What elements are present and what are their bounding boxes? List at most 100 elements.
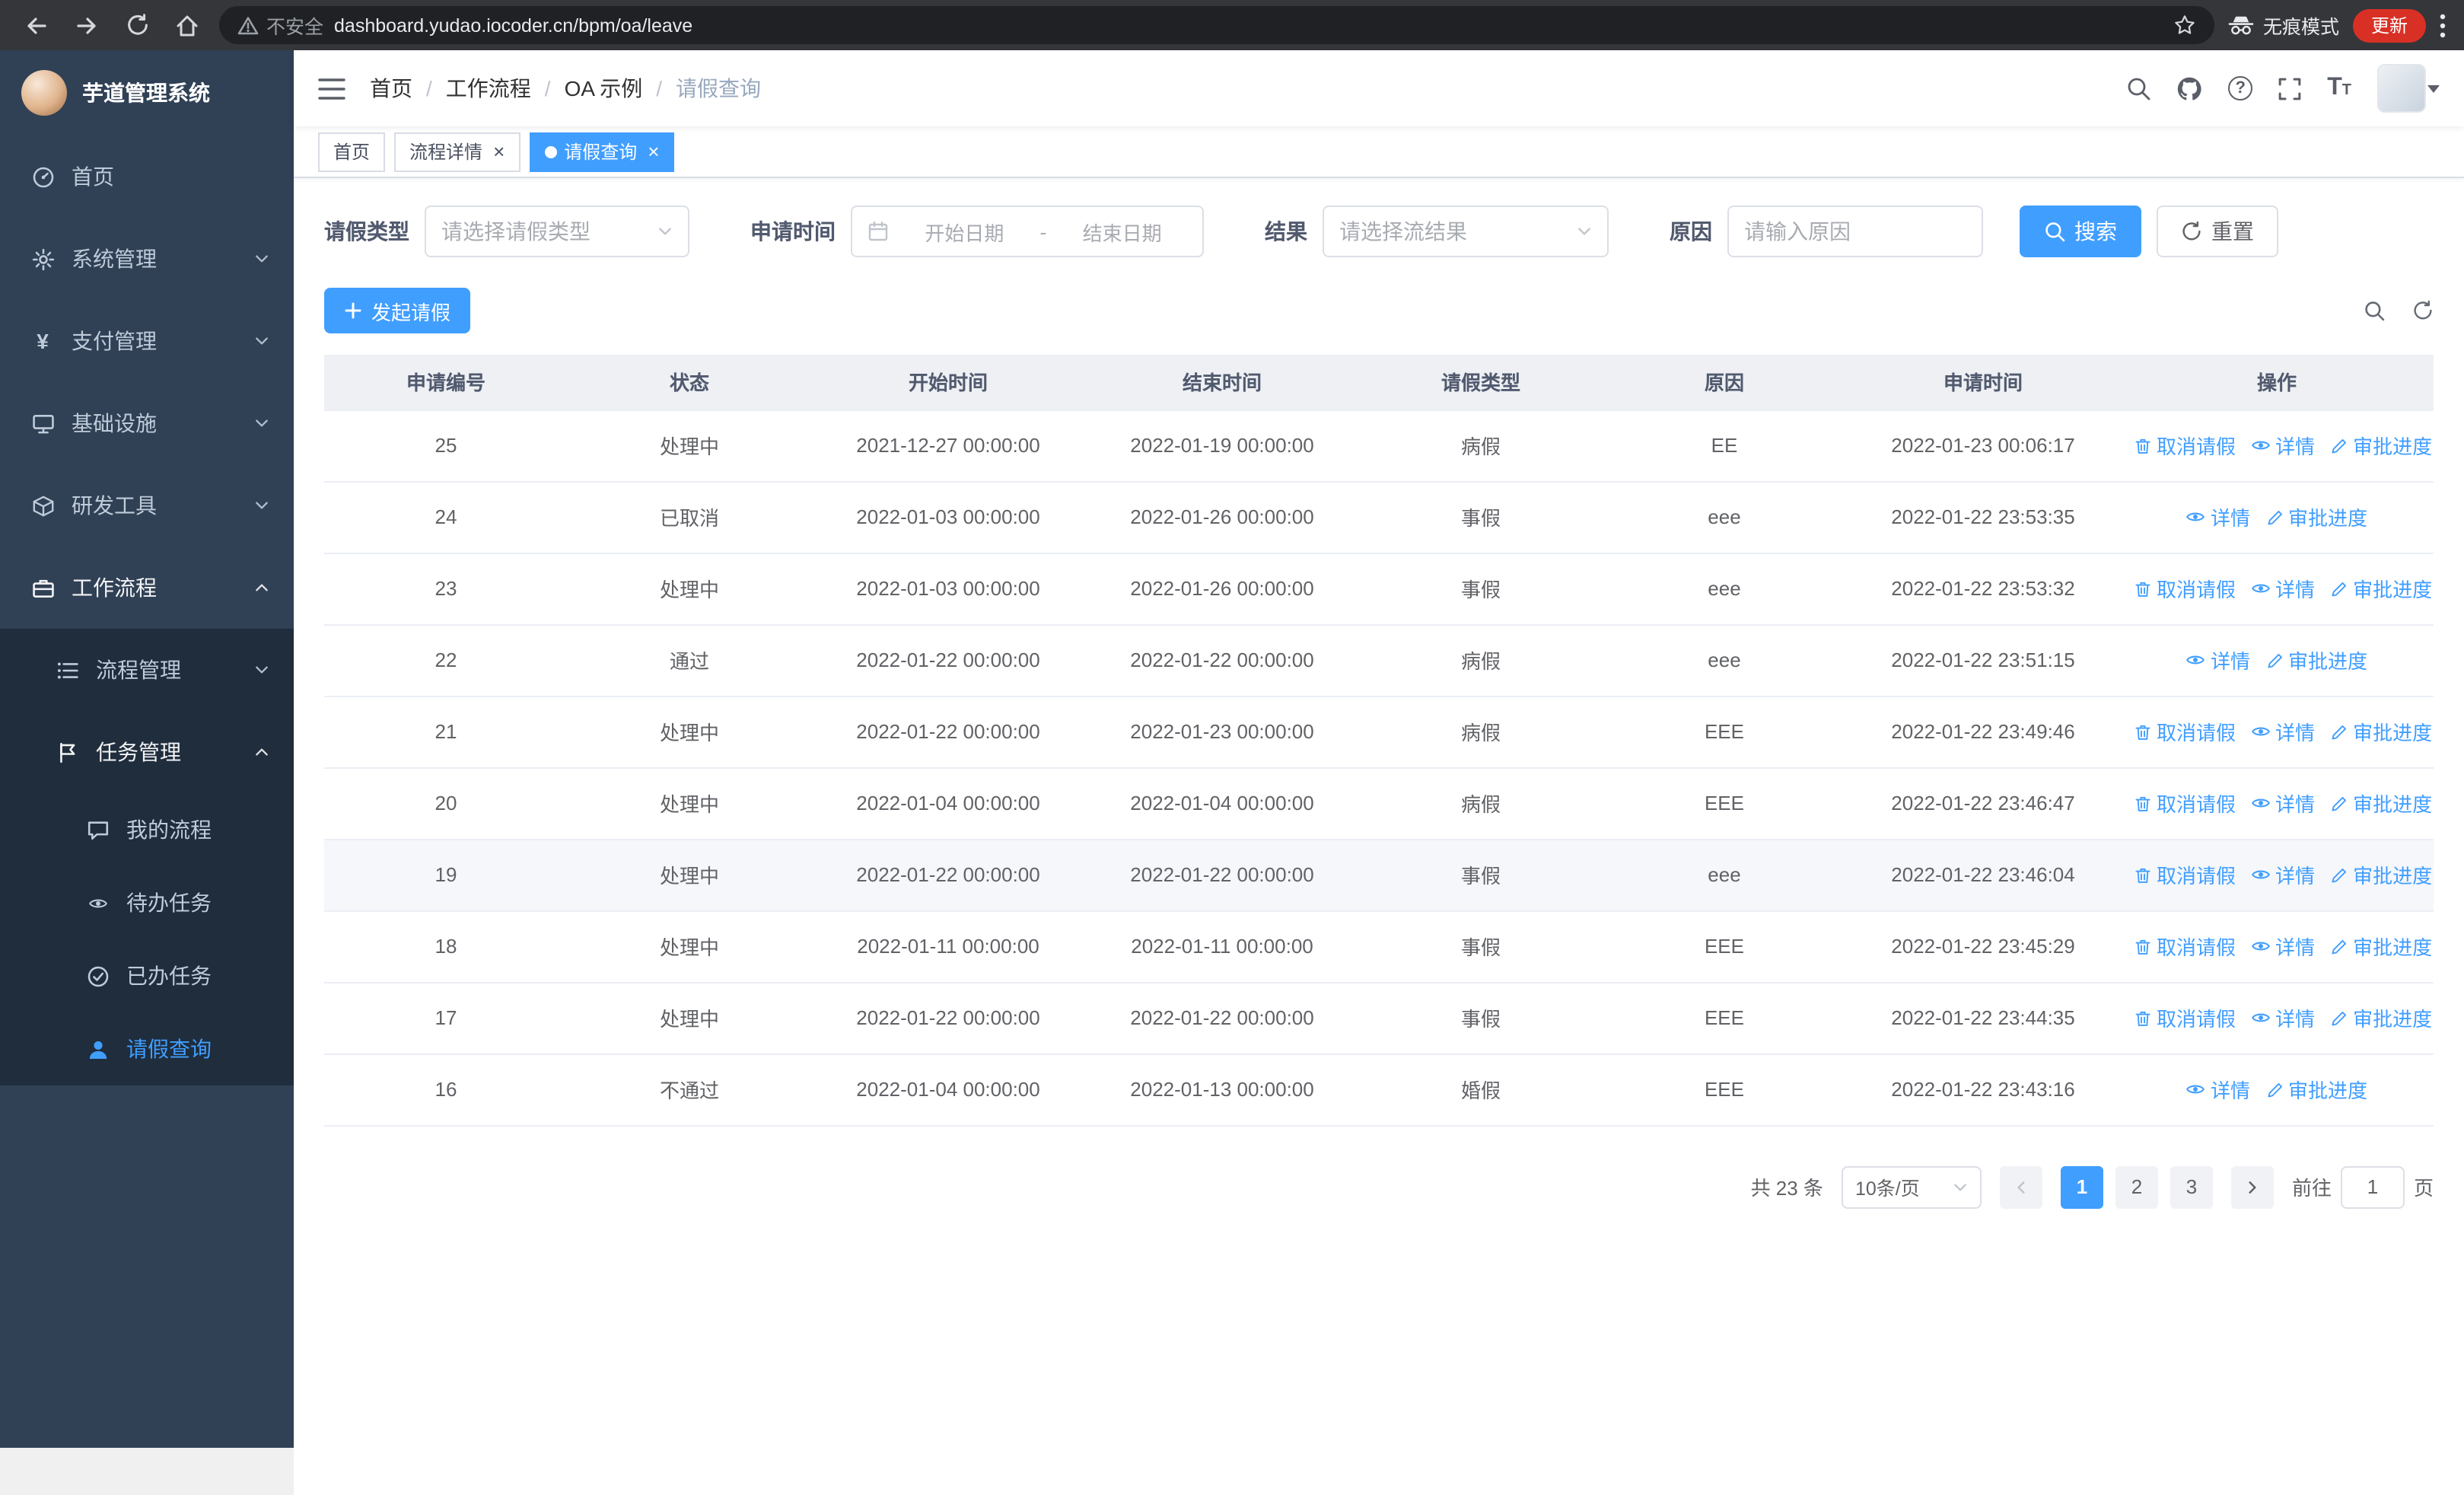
- update-button[interactable]: 更新: [2352, 8, 2426, 42]
- sidebar-item[interactable]: ¥ 支付管理: [0, 300, 294, 382]
- cancel-leave-link[interactable]: 取消请假: [2134, 932, 2236, 961]
- detail-link[interactable]: 详情: [2251, 789, 2315, 818]
- detail-link[interactable]: 详情: [2251, 717, 2315, 746]
- tab-0[interactable]: 首页: [318, 132, 386, 171]
- font-size-icon[interactable]: TT: [2327, 75, 2351, 100]
- approval-progress-link[interactable]: 审批进度: [2330, 432, 2432, 461]
- detail-link[interactable]: 详情: [2251, 860, 2315, 889]
- breadcrumb-item[interactable]: OA 示例: [565, 73, 643, 104]
- cell-apply: 2022-01-22 23:44:35: [1846, 982, 2120, 1054]
- address-bar[interactable]: 不安全 dashboard.yudao.iocoder.cn/bpm/oa/le…: [219, 6, 2214, 44]
- reload-button[interactable]: [119, 7, 155, 43]
- github-icon[interactable]: [2176, 75, 2202, 101]
- tab-2[interactable]: 请假查询 ×: [529, 132, 675, 171]
- approval-progress-link[interactable]: 审批进度: [2330, 789, 2432, 818]
- edit-icon: [2330, 437, 2348, 455]
- cell-actions: 取消请假 详情 审批进度: [2120, 767, 2434, 840]
- cell-id: 18: [324, 910, 568, 983]
- browser-menu-button[interactable]: [2440, 13, 2446, 37]
- cell-end: 2022-01-13 00:00:00: [1085, 1054, 1359, 1126]
- trash-icon: [2134, 795, 2152, 813]
- reset-button[interactable]: 重置: [2157, 206, 2278, 257]
- breadcrumb-item[interactable]: 工作流程: [446, 73, 531, 104]
- security-status[interactable]: 不安全: [237, 11, 323, 40]
- cell-actions: 取消请假 详情 审批进度: [2120, 410, 2434, 482]
- toggle-search-icon[interactable]: [2364, 300, 2385, 321]
- detail-link[interactable]: 详情: [2186, 645, 2250, 674]
- approval-progress-link[interactable]: 审批进度: [2330, 861, 2432, 890]
- detail-link[interactable]: 详情: [2251, 574, 2315, 603]
- forward-button[interactable]: [68, 7, 105, 43]
- app-logo[interactable]: 芋道管理系统: [0, 50, 294, 135]
- approval-progress-link[interactable]: 审批进度: [2330, 1004, 2432, 1033]
- tab-label: 请假查询: [564, 142, 638, 163]
- table-toolbar: 发起请假: [324, 288, 2434, 333]
- approval-progress-link[interactable]: 审批进度: [2330, 932, 2432, 961]
- sidebar-collapse-button[interactable]: [318, 77, 345, 100]
- breadcrumb-item[interactable]: 首页: [370, 73, 412, 104]
- user-menu[interactable]: [2377, 64, 2440, 113]
- detail-link[interactable]: 详情: [2251, 1003, 2315, 1032]
- close-icon[interactable]: ×: [493, 142, 505, 161]
- help-icon[interactable]: ?: [2228, 76, 2253, 100]
- sidebar-item[interactable]: 首页: [0, 135, 294, 218]
- detail-link[interactable]: 详情: [2186, 502, 2250, 531]
- cancel-leave-link[interactable]: 取消请假: [2134, 861, 2236, 890]
- leave-type-select[interactable]: 请选择请假类型: [425, 206, 689, 257]
- home-button[interactable]: [169, 7, 205, 43]
- page-button-3[interactable]: 3: [2170, 1165, 2213, 1208]
- sidebar-item[interactable]: 请假查询: [0, 1012, 294, 1085]
- cell-status: 处理中: [568, 982, 811, 1054]
- sidebar-item[interactable]: 已办任务: [0, 939, 294, 1012]
- cell-reason: eee: [1603, 839, 1846, 911]
- sidebar-item[interactable]: 研发工具: [0, 464, 294, 547]
- next-page-button[interactable]: [2230, 1165, 2274, 1208]
- sidebar-item[interactable]: 基础设施: [0, 382, 294, 464]
- detail-link[interactable]: 详情: [2251, 431, 2315, 460]
- search-icon[interactable]: [2126, 76, 2150, 100]
- approval-progress-link[interactable]: 审批进度: [2330, 575, 2432, 604]
- sidebar-item[interactable]: 任务管理: [0, 711, 294, 793]
- detail-link[interactable]: 详情: [2251, 932, 2315, 961]
- sidebar-item[interactable]: 待办任务: [0, 866, 294, 939]
- approval-progress-link[interactable]: 审批进度: [2330, 718, 2432, 747]
- back-button[interactable]: [18, 7, 55, 43]
- cell-end: 2022-01-22 00:00:00: [1085, 839, 1359, 911]
- search-button[interactable]: 搜索: [2020, 206, 2141, 257]
- page-button-2[interactable]: 2: [2115, 1165, 2158, 1208]
- cancel-leave-link[interactable]: 取消请假: [2134, 432, 2236, 461]
- cancel-leave-link[interactable]: 取消请假: [2134, 789, 2236, 818]
- action-label: 取消请假: [2157, 865, 2236, 888]
- prev-page-button[interactable]: [1999, 1165, 2042, 1208]
- fullscreen-icon[interactable]: [2278, 77, 2301, 100]
- gear-icon: [30, 247, 55, 270]
- detail-link[interactable]: 详情: [2186, 1075, 2250, 1104]
- sidebar-item-label: 支付管理: [72, 329, 157, 353]
- incognito-icon: [2228, 14, 2254, 37]
- result-select[interactable]: 请选择流结果: [1323, 206, 1609, 257]
- cell-type: 事假: [1359, 481, 1603, 553]
- sidebar-item[interactable]: 我的流程: [0, 793, 294, 866]
- refresh-table-icon[interactable]: [2412, 300, 2434, 321]
- cancel-leave-link[interactable]: 取消请假: [2134, 575, 2236, 604]
- create-leave-button[interactable]: 发起请假: [324, 288, 471, 333]
- cancel-leave-link[interactable]: 取消请假: [2134, 718, 2236, 747]
- sidebar-item[interactable]: 系统管理: [0, 218, 294, 300]
- goto-page-input[interactable]: [2340, 1165, 2405, 1208]
- sidebar-item[interactable]: 流程管理: [0, 629, 294, 711]
- sidebar-item[interactable]: 工作流程: [0, 547, 294, 629]
- page-button-1[interactable]: 1: [2060, 1165, 2103, 1208]
- cell-id: 19: [324, 839, 568, 911]
- forward-arrow-icon: [75, 13, 99, 37]
- approval-progress-link[interactable]: 审批进度: [2265, 503, 2367, 532]
- approval-progress-link[interactable]: 审批进度: [2265, 1076, 2367, 1105]
- tab-1[interactable]: 流程详情 ×: [394, 132, 520, 171]
- bookmark-star-icon[interactable]: [2173, 14, 2196, 37]
- approval-progress-link[interactable]: 审批进度: [2265, 646, 2367, 675]
- page-size-select[interactable]: 10条/页: [1841, 1165, 1982, 1208]
- cell-start: 2022-01-03 00:00:00: [811, 481, 1085, 553]
- date-range-picker[interactable]: 开始日期 - 结束日期: [851, 206, 1204, 257]
- close-icon[interactable]: ×: [648, 142, 659, 161]
- reason-input[interactable]: [1727, 206, 1983, 257]
- cancel-leave-link[interactable]: 取消请假: [2134, 1004, 2236, 1033]
